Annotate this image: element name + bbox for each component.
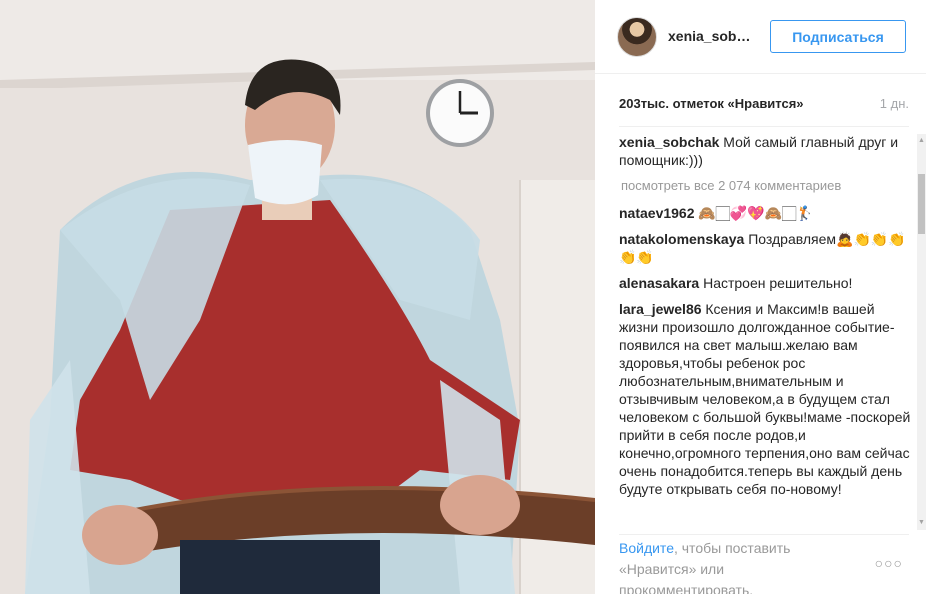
list-item: alenasakara Настроен решительно! [619, 274, 913, 292]
likes-row: 203тыс. отметок «Нравится» 1 дн. [619, 96, 909, 116]
post-photo[interactable] [0, 0, 595, 594]
comment-text: Настроен решительно! [703, 275, 853, 291]
post-username[interactable]: xenia_sob… [668, 28, 750, 44]
comments-scrollbar[interactable]: ▲ ▼ [917, 134, 926, 530]
comment-username[interactable]: alenasakara [619, 275, 699, 291]
scroll-thumb[interactable] [918, 174, 925, 234]
photo-image [0, 0, 595, 594]
comment-username[interactable]: natakolomenskaya [619, 231, 744, 247]
scroll-down-icon[interactable]: ▼ [917, 516, 926, 530]
post-header: xenia_sob… Подписаться [595, 0, 926, 74]
comment-username[interactable]: lara_jewel86 [619, 301, 702, 317]
login-prompt: Войдите, чтобы поставить «Нравится» или … [619, 538, 859, 594]
comment-text: Ксения и Максим!в вашей жизни произошло … [619, 301, 911, 497]
caption-comment: xenia_sobchak Мой самый главный друг и п… [619, 133, 913, 169]
list-item: lara_jewel86 Ксения и Максим!в вашей жиз… [619, 300, 913, 498]
divider [619, 126, 909, 127]
follow-button[interactable]: Подписаться [770, 20, 906, 53]
list-item: nataev1962 🙈🏻💞💖🙈🏻🏌 [619, 204, 913, 222]
comment-footer: Войдите, чтобы поставить «Нравится» или … [619, 534, 909, 594]
comments-list[interactable]: xenia_sobchak Мой самый главный друг и п… [619, 133, 913, 531]
comment-text: 🙈🏻💞💖🙈🏻🏌 [698, 205, 814, 221]
view-all-comments-link[interactable]: посмотреть все 2 074 комментариев [621, 177, 913, 195]
comment-username[interactable]: nataev1962 [619, 205, 695, 221]
comment-username[interactable]: xenia_sobchak [619, 134, 719, 150]
login-link[interactable]: Войдите [619, 540, 674, 556]
more-dots-icon[interactable]: ○○○ [875, 555, 903, 571]
likes-count[interactable]: 203тыс. отметок «Нравится» [619, 96, 804, 111]
post-time[interactable]: 1 дн. [880, 96, 909, 111]
avatar[interactable] [617, 17, 657, 57]
list-item: natakolomenskaya Поздравляем🙇👏👏👏👏👏 [619, 230, 913, 266]
scroll-up-icon[interactable]: ▲ [917, 134, 926, 148]
post-side-panel: xenia_sob… Подписаться 203тыс. отметок «… [595, 0, 926, 594]
